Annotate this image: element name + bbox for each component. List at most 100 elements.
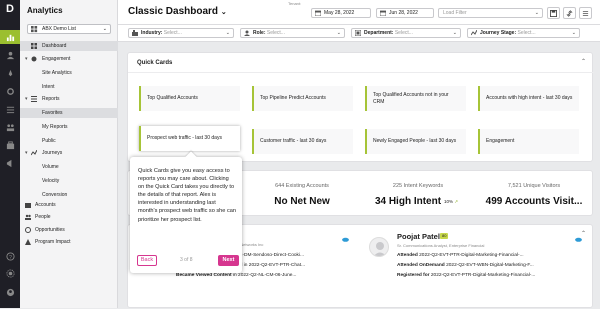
- kpi-trend-value: 10%: [444, 199, 454, 204]
- sidebar-item-favorites[interactable]: Favorites: [20, 108, 118, 118]
- accounts-icon: [25, 203, 31, 208]
- quick-card[interactable]: Top Qualified Accounts not in your CRM: [365, 86, 466, 111]
- calendar-icon: [315, 10, 321, 16]
- tooltip-text: Quick Cards give you easy access to repo…: [138, 168, 236, 223]
- sidebar-item-journeys[interactable]: ▾ Journeys: [20, 148, 118, 158]
- calendar-icon: [380, 10, 386, 16]
- kpi-value: 499 Accounts Visit...: [485, 196, 583, 207]
- avatar-placeholder-icon: [373, 242, 387, 256]
- sidebar-item-label: Dashboard: [42, 43, 67, 49]
- list-select-value: ABX Demo List: [42, 26, 76, 32]
- quick-card[interactable]: Accounts with high intent - last 30 days: [478, 86, 579, 111]
- filter-label: Department:: [364, 30, 394, 36]
- list-icon[interactable]: [0, 102, 20, 116]
- activity-kind: Attended OnDemand: [397, 263, 445, 268]
- sidebar-item-dashboard[interactable]: Dashboard: [20, 41, 118, 51]
- divider: [128, 72, 594, 73]
- kpi-card[interactable]: 7,521 Unique Visitors 499 Accounts Visit…: [476, 171, 592, 217]
- sidebar-item-velocity[interactable]: Velocity: [20, 176, 118, 186]
- quick-cards-panel: Quick Cards ⌃ Top Qualified Accounts Top…: [127, 52, 594, 162]
- filter-label: Journey Stage:: [480, 30, 517, 36]
- sidebar-item-public[interactable]: Public: [20, 136, 118, 146]
- filter-bar: Industry: Select... ⌄ Role: Select... ⌄ …: [118, 25, 600, 42]
- opportunities-icon: [25, 227, 31, 233]
- role-filter[interactable]: Role: Select... ⌄: [240, 28, 345, 38]
- sidebar-item-opportunities[interactable]: Opportunities: [20, 225, 118, 235]
- quick-card-label: Engagement: [486, 138, 515, 144]
- megaphone-icon[interactable]: [0, 156, 20, 170]
- link-button[interactable]: [563, 7, 576, 19]
- quick-card[interactable]: Top Pipeline Predict Accounts: [252, 86, 353, 111]
- quick-card[interactable]: Engagement: [478, 129, 579, 154]
- sidebar-item-my-reports[interactable]: My Reports: [20, 122, 118, 132]
- gear-icon[interactable]: [0, 84, 20, 98]
- help-icon[interactable]: ?: [0, 249, 20, 263]
- save-button[interactable]: [547, 7, 560, 19]
- journey-stage-filter[interactable]: Journey Stage: Select... ⌄: [467, 28, 580, 38]
- sidebar-item-label: Favorites: [42, 110, 63, 116]
- department-filter[interactable]: Department: Select... ⌄: [351, 28, 461, 38]
- sidebar-item-reports[interactable]: ▾ Reports: [20, 94, 118, 104]
- sidebar-item-label: Velocity: [42, 178, 60, 184]
- link-icon: [566, 9, 573, 17]
- sidebar-item-program-impact[interactable]: Program Impact: [20, 237, 118, 247]
- quick-card[interactable]: Customer traffic - last 30 days: [252, 129, 353, 154]
- collapse-icon: ▾: [25, 150, 28, 156]
- date-to-picker[interactable]: Jun 28, 2022: [376, 8, 434, 18]
- quick-card-highlighted[interactable]: Prospect web traffic - last 30 days: [139, 126, 240, 151]
- activity-kind: Registered for: [397, 273, 430, 278]
- quick-card-label: Top Qualified Accounts: [147, 95, 198, 101]
- sidebar-item-label: Journeys: [42, 150, 63, 156]
- load-filter-select[interactable]: Load Filter ⌄: [438, 8, 543, 18]
- kpi-subtitle: 225 Intent Keywords: [392, 183, 444, 189]
- sidebar-item-label: Public: [42, 138, 56, 144]
- avatar: [369, 237, 389, 257]
- chevron-down-icon: ⌄: [452, 30, 457, 36]
- quick-card[interactable]: Newly Engaged People - last 30 days: [365, 129, 466, 154]
- quick-card-label: Newly Engaged People - last 30 days: [373, 138, 457, 144]
- person-icon[interactable]: [0, 48, 20, 62]
- journeys-icon: [31, 150, 37, 156]
- sidebar-item-intent[interactable]: Intent: [20, 82, 118, 92]
- sidebar-item-accounts[interactable]: Accounts: [20, 200, 118, 210]
- sidebar-item-volume[interactable]: Volume: [20, 162, 118, 172]
- sidebar-item-people[interactable]: People: [20, 212, 118, 222]
- menu-icon: [582, 10, 589, 16]
- person-card[interactable]: Poojat Patel 80 Sr. Communications Analy…: [363, 225, 583, 309]
- chart-icon[interactable]: [0, 30, 20, 44]
- page-title: Classic Dashboard: [128, 6, 219, 17]
- activity-item: Attended OnDemand 2022-Q2-EVT-WBN-Digita…: [397, 263, 534, 268]
- collapse-chevron-icon[interactable]: ⌃: [581, 58, 586, 65]
- date-from-picker[interactable]: May 28, 2022: [311, 8, 371, 18]
- quick-card-label: Accounts with high intent - last 30 days: [486, 95, 573, 101]
- list-select[interactable]: ABX Demo List ⌄: [27, 24, 111, 34]
- sidebar-item-label: My Reports: [42, 124, 68, 130]
- back-button[interactable]: Back: [137, 255, 157, 266]
- dashboard-icon: [31, 43, 37, 49]
- next-button[interactable]: Next: [218, 255, 239, 266]
- quick-card[interactable]: Top Qualified Accounts: [139, 86, 240, 111]
- industry-filter[interactable]: Industry: Select... ⌄: [128, 28, 234, 38]
- rocket-icon[interactable]: [0, 66, 20, 80]
- sidebar-item-conversion[interactable]: Conversion: [20, 190, 118, 200]
- activity-text: in 2022-Q2-EVT-PTR-Chat...: [243, 263, 306, 268]
- chevron-down-icon: ⌄: [571, 30, 576, 36]
- briefcase-icon[interactable]: [0, 138, 20, 152]
- quick-card-label: Top Pipeline Predict Accounts: [260, 95, 326, 101]
- kpi-subtitle: 644 Existing Accounts: [275, 183, 329, 189]
- icon-rail: D ?: [0, 0, 20, 308]
- settings-icon[interactable]: [0, 266, 20, 280]
- filter-placeholder: Select...: [163, 30, 182, 36]
- dashboard-title[interactable]: Classic Dashboard ⌄: [128, 6, 227, 17]
- people-icon[interactable]: [0, 120, 20, 134]
- sidebar: Analytics ABX Demo List ⌄ Dashboard ▾ En…: [20, 0, 118, 308]
- kpi-card[interactable]: 644 Existing Accounts No Net New: [244, 171, 360, 217]
- sidebar-item-site-analytics[interactable]: Site Analytics: [20, 68, 118, 78]
- menu-button[interactable]: [579, 7, 592, 19]
- kpi-card[interactable]: 225 Intent Keywords 34 High Intent 10% ↗: [360, 171, 476, 217]
- save-icon: [550, 9, 557, 17]
- engagement-icon: [31, 56, 37, 62]
- chevron-down-icon: ⌄: [102, 26, 107, 32]
- sidebar-item-engagement[interactable]: ▾ Engagement: [20, 54, 118, 64]
- user-icon[interactable]: [0, 285, 20, 299]
